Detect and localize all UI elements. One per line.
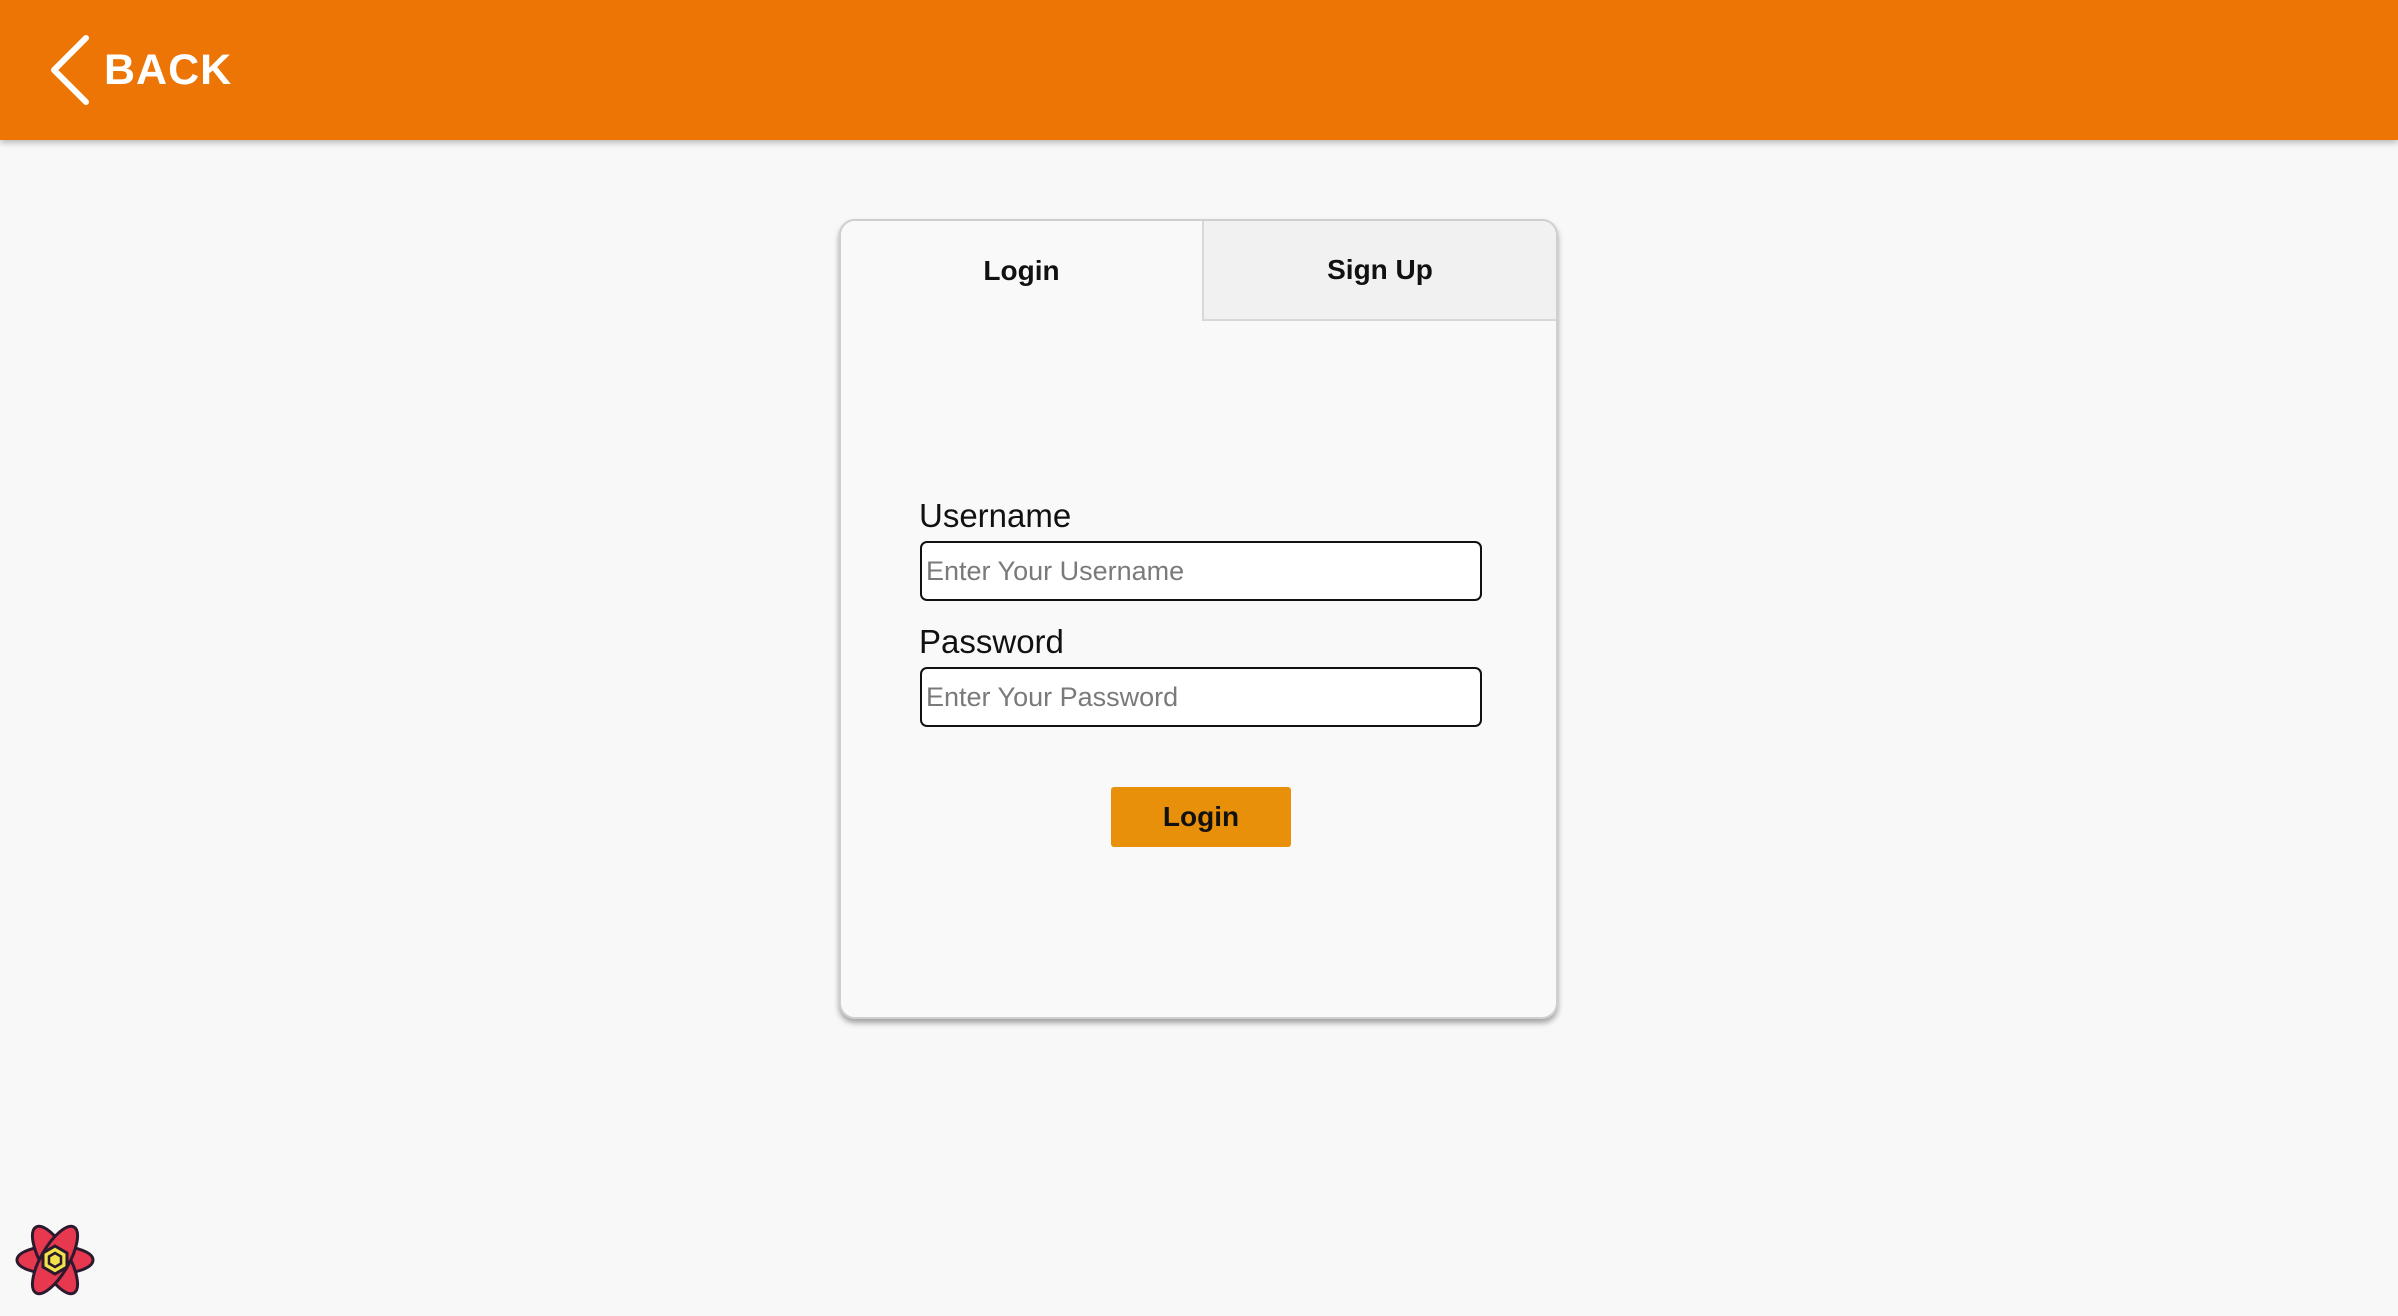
tab-login[interactable]: Login — [841, 221, 1202, 321]
back-label: BACK — [104, 45, 233, 94]
chevron-left-icon — [51, 35, 89, 105]
password-label: Password — [919, 623, 1064, 660]
react-devtools-icon[interactable] — [14, 1222, 96, 1298]
auth-tabs: Login Sign Up — [841, 221, 1556, 321]
back-button[interactable]: BACK — [48, 34, 232, 106]
top-app-bar: BACK — [0, 0, 2398, 140]
login-button[interactable]: Login — [1111, 787, 1291, 847]
username-input[interactable] — [920, 541, 1482, 601]
password-input[interactable] — [920, 667, 1482, 727]
auth-card: Login Sign Up Username Password Login — [839, 219, 1558, 1019]
username-label: Username — [919, 497, 1072, 534]
tab-sign-up[interactable]: Sign Up — [1201, 221, 1556, 321]
